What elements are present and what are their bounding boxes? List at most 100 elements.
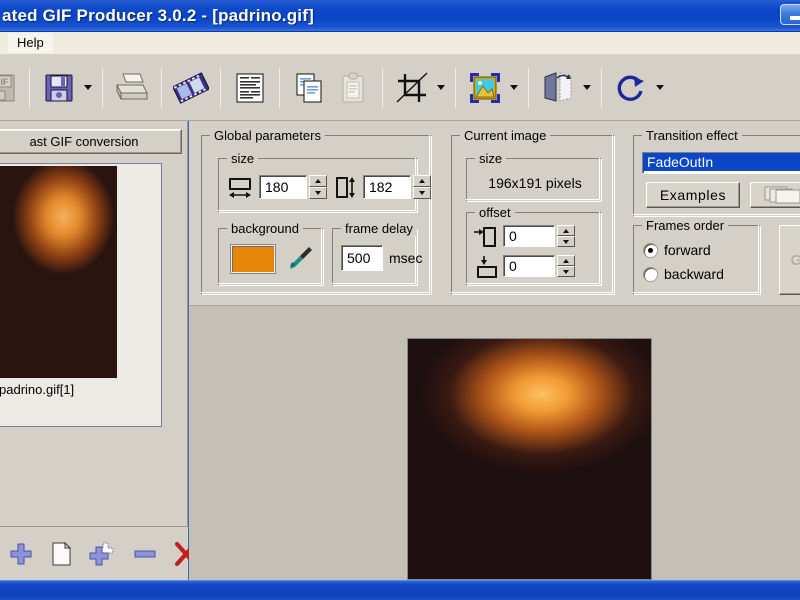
rotate-button[interactable]	[609, 66, 653, 110]
frame-thumbnail[interactable]	[0, 166, 117, 378]
list-item[interactable]: padrino.gif[1]	[0, 166, 117, 397]
minus-icon	[134, 550, 156, 557]
multi-plus-icon	[89, 542, 114, 565]
image-preview[interactable]	[407, 338, 652, 580]
taskbar[interactable]	[0, 580, 800, 600]
application-window: ated GIF Producer 3.0.2 - [padrino.gif] …	[0, 0, 800, 600]
frame-label: padrino.gif[1]	[0, 382, 75, 397]
offset-x-spinner[interactable]	[557, 225, 575, 247]
radio-dot-backward	[644, 267, 657, 281]
offset-x-spin-up[interactable]	[557, 225, 575, 236]
toolbar-separator	[279, 67, 280, 108]
frames-order-forward-label: forward	[664, 242, 711, 258]
height-icon	[336, 177, 355, 198]
title-bar: ated GIF Producer 3.0.2 - [padrino.gif]	[0, 0, 800, 32]
frame-delay-input[interactable]: 500	[341, 245, 383, 271]
frames-order-title: Frames order	[642, 218, 729, 233]
offset-y-spin-down[interactable]	[557, 266, 575, 277]
save-dropdown-arrow[interactable]	[81, 66, 95, 110]
global-height-spin-down[interactable]	[413, 187, 431, 199]
print-button[interactable]	[110, 66, 154, 110]
toolbar-separator	[528, 67, 529, 108]
fast-gif-conversion-button[interactable]: ast GIF conversion	[0, 129, 182, 154]
global-width-spin-down[interactable]	[309, 187, 327, 199]
frames-stack-button[interactable]	[750, 182, 800, 208]
menu-bar: Help	[0, 32, 800, 55]
frames-panel: ast GIF conversion padrino.gif[1]	[0, 121, 198, 580]
add-frame-button[interactable]	[8, 539, 34, 569]
offset-group: offset 0 0	[466, 205, 602, 286]
copy-icon	[296, 73, 322, 102]
global-width-spinner[interactable]	[309, 175, 327, 199]
copy-button[interactable]	[287, 66, 331, 110]
frames-order-group: Frames order forward backward	[633, 218, 761, 295]
rotate-icon	[617, 75, 644, 101]
examples-button[interactable]: Examples	[646, 182, 740, 208]
insert-frames-button[interactable]	[88, 539, 118, 569]
global-height-input[interactable]: 182	[363, 175, 411, 199]
save-button[interactable]	[37, 66, 81, 110]
background-color-swatch[interactable]	[231, 245, 275, 273]
global-width-spin-up[interactable]	[309, 175, 327, 187]
open-gif-button[interactable]: GIF	[0, 66, 22, 110]
global-width-input[interactable]: 180	[259, 175, 307, 199]
document-list-icon	[236, 73, 264, 102]
offset-x-spin-down[interactable]	[557, 236, 575, 247]
gif-open-icon: GIF	[0, 74, 15, 101]
work-area: Global parameters size 180 182 backgroun…	[189, 121, 800, 580]
gif-export-button[interactable]: GIF	[779, 225, 800, 295]
frame-actions-toolbar	[0, 526, 198, 580]
flip-dropdown-arrow[interactable]	[580, 66, 594, 110]
paste-button[interactable]	[331, 66, 375, 110]
toolbar-separator	[455, 67, 456, 108]
frame-delay-title: frame delay	[341, 221, 417, 236]
transition-effect-group: Transition effect FadeOutIn Examples	[633, 128, 800, 217]
global-parameters-group: Global parameters size 180 182 backgroun…	[201, 128, 432, 295]
frames-order-backward-radio[interactable]: backward	[644, 266, 724, 282]
minimize-icon	[789, 16, 800, 20]
offset-y-spin-up[interactable]	[557, 255, 575, 266]
menu-help[interactable]: Help	[8, 33, 53, 53]
global-height-spin-up[interactable]	[413, 175, 431, 187]
global-height-spinner[interactable]	[413, 175, 431, 199]
toolbar-separator	[102, 67, 103, 108]
crop-dropdown-arrow[interactable]	[434, 66, 448, 110]
flip-icon	[544, 71, 572, 102]
transition-effect-listbox[interactable]: FadeOutIn	[642, 152, 800, 174]
page-icon	[52, 541, 72, 565]
toolbar-separator	[29, 67, 30, 108]
flip-button[interactable]	[536, 66, 580, 110]
current-size-group: size 196x191 pixels	[466, 151, 602, 202]
new-frame-button[interactable]	[48, 539, 74, 569]
frame-list[interactable]: padrino.gif[1]	[0, 163, 162, 427]
toolbar-separator	[220, 67, 221, 108]
resize-image-dropdown-arrow[interactable]	[507, 66, 521, 110]
remove-frame-button[interactable]	[132, 539, 158, 569]
svg-text:GIF: GIF	[0, 77, 9, 87]
plus-icon	[10, 543, 32, 564]
offset-y-input[interactable]: 0	[503, 255, 555, 277]
main-toolbar: GIF	[0, 55, 800, 121]
transition-effect-title: Transition effect	[642, 128, 742, 143]
eyedropper-icon[interactable]	[285, 243, 315, 273]
offset-y-spinner[interactable]	[557, 255, 575, 277]
crop-button[interactable]	[390, 66, 434, 110]
floppy-save-icon	[45, 74, 73, 101]
transition-effect-selected-option[interactable]: FadeOutIn	[643, 153, 800, 171]
minimize-button[interactable]	[780, 4, 800, 25]
resize-image-button[interactable]	[463, 66, 507, 110]
global-size-title: size	[227, 151, 259, 166]
frames-stack-icon	[764, 186, 800, 204]
frames-order-forward-radio[interactable]: forward	[644, 242, 711, 258]
toolbar-separator	[601, 67, 602, 108]
parameters-row: Global parameters size 180 182 backgroun…	[189, 121, 800, 306]
properties-button[interactable]	[228, 66, 272, 110]
offset-x-input[interactable]: 0	[503, 225, 555, 247]
printer-icon	[116, 73, 148, 99]
gif-ghost-label: GIF	[790, 251, 800, 269]
filmstrip-button[interactable]	[169, 66, 213, 110]
background-group: background	[218, 221, 324, 286]
picture-icon	[470, 72, 500, 103]
rotate-dropdown-arrow[interactable]	[653, 66, 667, 110]
offset-title: offset	[475, 205, 515, 220]
